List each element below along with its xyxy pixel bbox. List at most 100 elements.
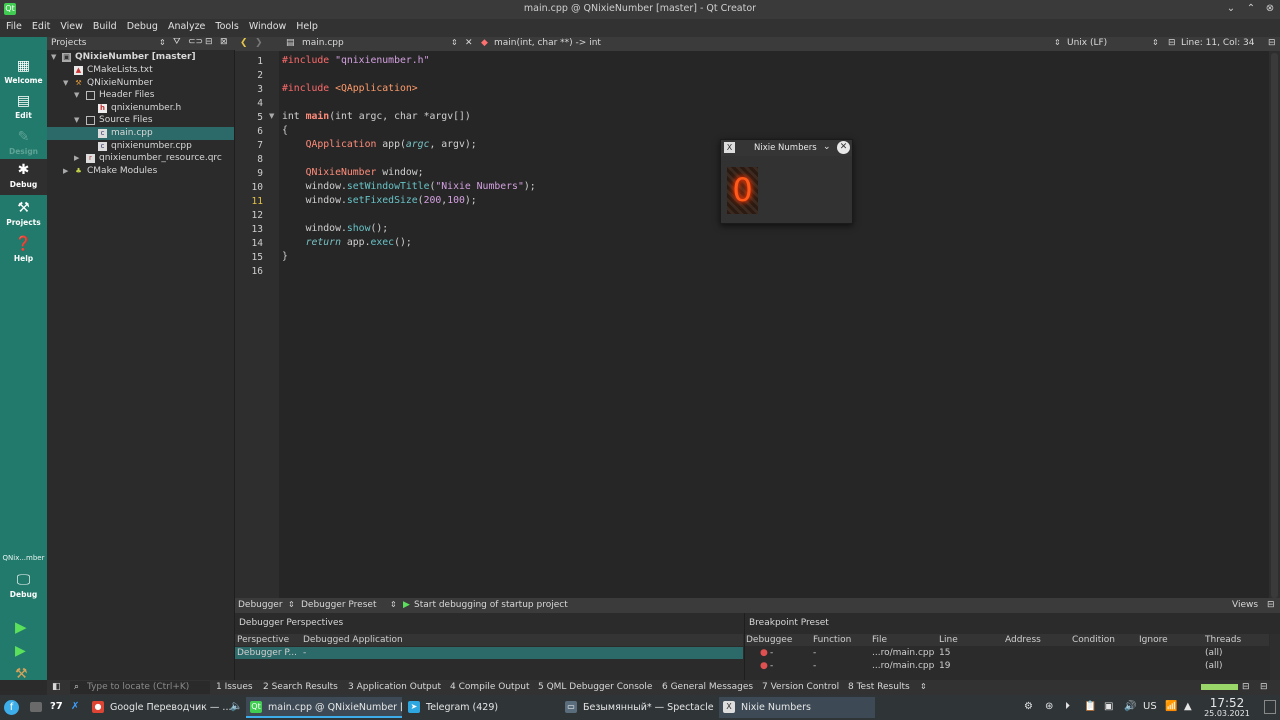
chevron-down-icon[interactable]: ⌄ [823, 142, 831, 152]
tab-qml-debugger-console[interactable]: 5 QML Debugger Console [538, 682, 652, 692]
task-qt-creator[interactable]: Qt main.cpp @ QNixieNumber [... [246, 697, 402, 718]
column-header[interactable]: Threads [1205, 635, 1241, 645]
clipboard-icon[interactable]: 📋 [1084, 701, 1096, 712]
link-icon[interactable]: ⊂⊃ [188, 37, 203, 47]
maximize-output-icon[interactable]: ⊟ [1260, 682, 1268, 692]
close-document-icon[interactable]: ✕ [465, 38, 473, 48]
dropdown-arrow-icon[interactable]: ⇕ [451, 38, 458, 47]
breakpoints-scrollbar[interactable] [1270, 634, 1280, 680]
column-header[interactable]: Function [813, 635, 851, 645]
device-icon[interactable]: ▣ [1104, 701, 1113, 712]
mode-help[interactable]: ❓ Help [0, 233, 47, 269]
fold-marker-icon[interactable]: ▼ [269, 112, 274, 120]
preset-select[interactable]: Debugger Preset [301, 600, 376, 610]
media-play-icon[interactable]: ⏵ [1065, 701, 1070, 712]
wifi-icon[interactable]: 📶 [1165, 701, 1177, 712]
task-telegram[interactable]: ➤ Telegram (429) [404, 697, 559, 718]
toggle-sidebar-icon[interactable]: ◧ [52, 682, 61, 692]
dropdown-arrow-icon[interactable]: ⇕ [288, 600, 295, 609]
close-icon[interactable]: ✕ [837, 141, 850, 154]
table-row[interactable]: Debugger P... - [235, 647, 743, 659]
collapse-arrow-icon[interactable]: ▼ [74, 114, 79, 127]
editor-scrollbar[interactable] [1269, 51, 1280, 598]
tree-item-source-files[interactable]: ▼ Source Files [47, 114, 234, 127]
clock-date[interactable]: 25.03.2021 [1200, 709, 1254, 718]
column-header[interactable]: Address [1005, 635, 1041, 645]
split-icon[interactable]: ⊟ [205, 37, 213, 47]
table-row[interactable]: ● - - ...ro/main.cpp 15 (all) [745, 647, 1269, 659]
tree-item-qnixienumber[interactable]: ▼ ⚒ QNixieNumber [47, 77, 234, 90]
tray-expand-icon[interactable]: ▲ [1184, 701, 1192, 712]
mode-welcome[interactable]: ▦ Welcome [0, 55, 47, 91]
forward-arrow-icon[interactable]: ❯ [255, 38, 263, 48]
tree-item-project-root[interactable]: ▼ ▣ QNixieNumber [master] [47, 51, 234, 64]
maximize-pane-icon[interactable]: ⊟ [1267, 600, 1275, 610]
expand-arrow-icon[interactable]: ▶ [63, 165, 68, 178]
split-editor-icon[interactable]: ⊟ [1268, 38, 1276, 48]
launcher-icon[interactable]: f [4, 700, 19, 715]
mode-edit[interactable]: ▤ Edit [0, 90, 47, 126]
column-header[interactable]: Debugged Application [303, 635, 403, 645]
tab-search-results[interactable]: 2 Search Results [263, 682, 338, 692]
dropdown-arrow-icon[interactable]: ⇕ [159, 38, 166, 47]
mode-projects[interactable]: ⚒ Projects [0, 197, 47, 233]
tab-compile-output[interactable]: 4 Compile Output [450, 682, 530, 692]
column-header[interactable]: Ignore [1139, 635, 1168, 645]
task-spectacle[interactable]: ▭ Безымянный* — Spectacle [561, 697, 717, 718]
maximize-icon[interactable]: ⌃ [1244, 2, 1258, 16]
mode-debug[interactable]: ✱ Debug [0, 159, 47, 195]
start-debugging-button[interactable]: Start debugging of startup project [414, 600, 568, 610]
column-header[interactable]: Perspective [237, 635, 289, 645]
clock-time[interactable]: 17:52 [1200, 696, 1254, 710]
dropdown-arrow-icon[interactable]: ⇕ [1152, 38, 1159, 47]
pycharm-icon[interactable]: ?7 [50, 701, 63, 712]
open-file-select[interactable]: main.cpp [302, 38, 344, 48]
discord-icon[interactable] [30, 702, 42, 712]
minimize-icon[interactable]: ⌄ [1224, 2, 1238, 16]
tree-item-qnixienumber-h[interactable]: h qnixienumber.h [47, 102, 234, 115]
menu-build[interactable]: Build [87, 19, 121, 32]
show-desktop-icon[interactable] [1264, 700, 1276, 714]
tree-item-header-files[interactable]: ▼ Header Files [47, 89, 234, 102]
bug-tray-icon[interactable]: ⚙ [1024, 701, 1033, 712]
collapse-arrow-icon[interactable]: ▼ [51, 51, 56, 64]
split-icon[interactable]: ⊟ [1168, 38, 1176, 48]
column-header[interactable]: Condition [1072, 635, 1115, 645]
tab-test-results[interactable]: 8 Test Results [848, 682, 910, 692]
dropdown-arrow-icon[interactable]: ⇕ [390, 600, 397, 609]
symbol-select[interactable]: main(int, char **) -> int [494, 38, 601, 48]
menu-tools[interactable]: Tools [209, 19, 242, 32]
keyboard-layout[interactable]: US [1143, 701, 1157, 712]
column-header[interactable]: File [872, 635, 887, 645]
menu-window[interactable]: Window [243, 19, 290, 32]
mode-design[interactable]: ✎ Design [0, 126, 47, 162]
tree-item-main-cpp[interactable]: c main.cpp [47, 127, 234, 140]
tab-general-messages[interactable]: 6 General Messages [662, 682, 753, 692]
dropdown-arrow-icon[interactable]: ⇕ [920, 682, 927, 691]
table-row[interactable]: ● - - ...ro/main.cpp 19 (all) [745, 660, 1269, 672]
vscode-icon[interactable]: ✗ [71, 701, 79, 712]
task-nixie-numbers[interactable]: X Nixie Numbers [719, 697, 875, 718]
progress-details-icon[interactable]: ⊟ [1242, 682, 1250, 692]
column-header[interactable]: Debuggee [746, 635, 792, 645]
tab-application-output[interactable]: 3 Application Output [348, 682, 441, 692]
menu-analyze[interactable]: Analyze [162, 19, 209, 32]
code-editor[interactable]: #include "qnixienumber.h" #include <QApp… [279, 51, 1269, 598]
tree-item-resource-qrc[interactable]: ▶ r qnixienumber_resource.qrc [47, 152, 234, 165]
nixie-window-titlebar[interactable]: X Nixie Numbers ⌄ ✕ [721, 140, 852, 156]
menu-help[interactable]: Help [290, 19, 322, 32]
menu-debug[interactable]: Debug [121, 19, 162, 32]
speaker-icon[interactable]: 🔈 [230, 701, 242, 712]
column-header[interactable]: Line [939, 635, 958, 645]
filter-icon[interactable]: ⛛ [173, 37, 181, 47]
tab-issues[interactable]: 1 Issues [216, 682, 253, 692]
updates-icon[interactable]: ⊛ [1045, 701, 1053, 712]
line-ending-select[interactable]: Unix (LF) [1067, 38, 1107, 48]
dropdown-arrow-icon[interactable]: ⇕ [1054, 38, 1061, 47]
tree-item-cmake-modules[interactable]: ▶ ♣ CMake Modules [47, 165, 234, 178]
cursor-position[interactable]: Line: 11, Col: 34 [1181, 38, 1254, 48]
perspective-select[interactable]: Debugger [238, 600, 283, 610]
close-icon[interactable]: ⊗ [1263, 2, 1277, 16]
tree-item-cmakelists[interactable]: ▲ CMakeLists.txt [47, 64, 234, 77]
tab-version-control[interactable]: 7 Version Control [762, 682, 839, 692]
